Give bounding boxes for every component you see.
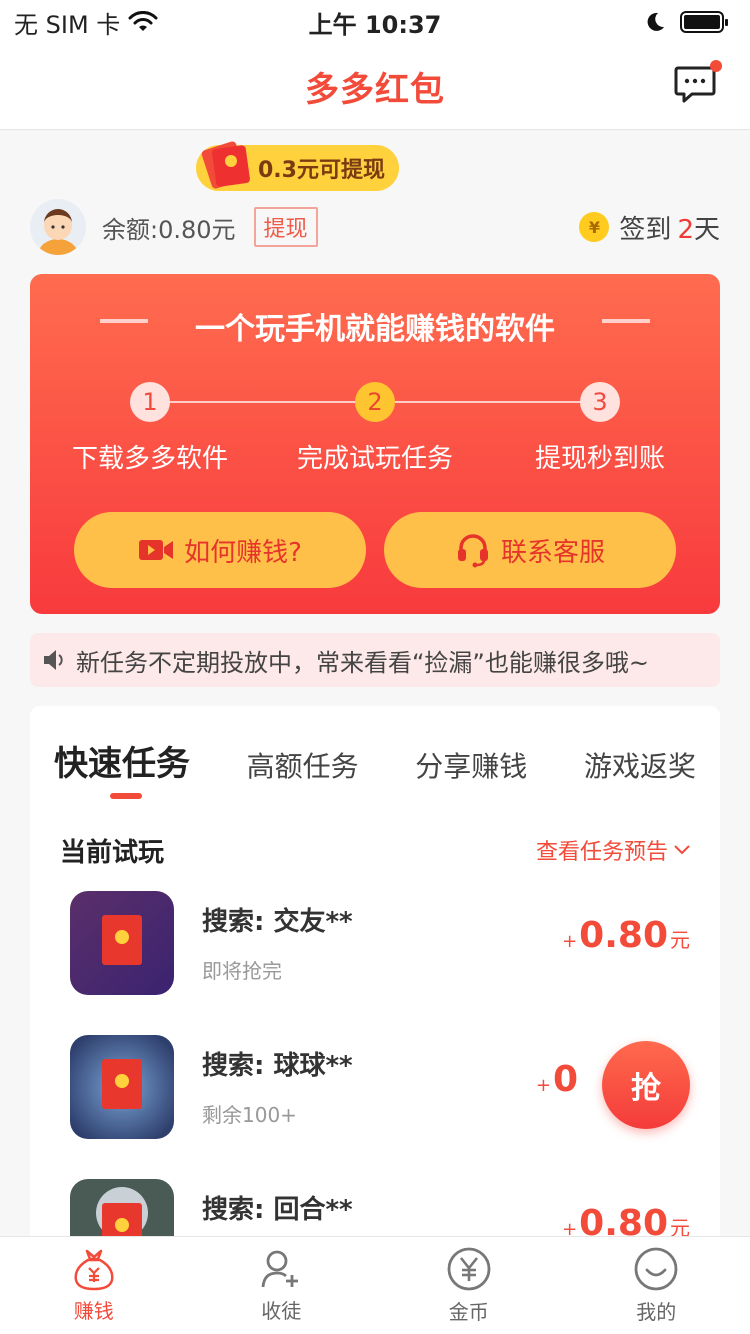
checkin-button[interactable]: ¥ 签到 2天	[579, 209, 720, 246]
user-avatar-icon	[30, 199, 86, 255]
app-icon	[70, 891, 174, 995]
tabbar-earn[interactable]: 赚钱	[0, 1237, 188, 1334]
battery-icon	[680, 11, 728, 33]
task-status: 剩余100+	[202, 1103, 297, 1127]
tab-high-reward[interactable]: 高额任务	[247, 745, 359, 785]
withdraw-button[interactable]: 提现	[253, 207, 318, 247]
tabbar-label: 赚钱	[73, 1299, 114, 1323]
tabbar-label: 收徒	[261, 1299, 302, 1323]
banner-title: 一个玩手机就能赚钱的软件	[195, 312, 555, 347]
grab-button[interactable]: 抢	[602, 1041, 690, 1129]
moon-icon	[647, 12, 664, 31]
notice-text: 新任务不定期投放中，常来看看“捡漏”也能赚很多哦~	[76, 648, 649, 677]
smiley-icon	[634, 1247, 678, 1291]
reward-plus: +	[535, 1075, 551, 1096]
reward-amount: 0	[552, 1059, 578, 1100]
coin-icon: ¥	[579, 212, 610, 242]
red-packet-icon	[201, 141, 250, 189]
step-2: 2 完成试玩任务	[265, 382, 485, 475]
status-right	[644, 11, 728, 33]
avatar[interactable]	[30, 199, 86, 255]
checkin-label: 签到	[619, 214, 672, 245]
user-row: 余额:0.80元 提现 ¥ 签到 2天	[30, 199, 720, 255]
tab-game-reward[interactable]: 游戏返奖	[584, 745, 696, 785]
task-item[interactable]: 搜索: 球球** 剩余100+ + 0	[70, 1035, 690, 1139]
task-item[interactable]: 搜索: 交友** 即将抢完 + 0.80 元	[70, 891, 690, 995]
step-number: 2	[355, 382, 395, 422]
chat-icon	[674, 66, 716, 103]
add-user-icon	[261, 1250, 299, 1288]
notice-bar[interactable]: 新任务不定期投放中，常来看看“捡漏”也能赚很多哦~	[30, 633, 720, 687]
tabbar-mine[interactable]: 我的	[563, 1237, 750, 1334]
title-decoration-right	[602, 319, 650, 323]
red-envelope-icon	[70, 891, 174, 995]
money-bag-icon	[74, 1249, 114, 1291]
reward-plus: +	[562, 931, 578, 952]
task-reward: + 0.80 元	[562, 915, 690, 956]
wifi-icon	[128, 11, 158, 31]
reward-amount: 0.80	[579, 915, 668, 956]
app-icon	[70, 1035, 174, 1139]
section-title: 当前试玩	[60, 838, 165, 868]
contact-service-label: 联系客服	[500, 537, 605, 568]
video-camera-icon	[139, 540, 174, 560]
chevron-down-icon	[674, 845, 690, 855]
task-reward: + 0	[536, 1059, 580, 1100]
task-name: 搜索: 回合**	[202, 1195, 353, 1225]
step-label: 完成试玩任务	[296, 444, 453, 474]
step-1: 1 下载多多软件	[40, 382, 260, 475]
tabbar-label: 金币	[448, 1300, 489, 1324]
status-left: 无 SIM 卡	[14, 5, 158, 40]
bottom-tab-bar: 赚钱 收徒 金币 我的	[0, 1236, 750, 1334]
tabbar-recruit[interactable]: 收徒	[188, 1237, 376, 1334]
checkin-days: 2	[677, 214, 694, 245]
task-status: 即将抢完	[202, 959, 282, 983]
red-envelope-icon	[70, 1035, 174, 1139]
contact-service-button[interactable]: 联系客服	[384, 512, 676, 588]
carrier-text: 无 SIM 卡	[14, 10, 121, 39]
how-to-earn-button[interactable]: 如何赚钱?	[74, 512, 366, 588]
yen-coin-icon	[447, 1247, 491, 1291]
active-tab-indicator	[110, 793, 142, 799]
reward-unit: 元	[670, 928, 690, 952]
status-bar: 无 SIM 卡 上午 10:37	[0, 0, 750, 44]
speaker-icon	[44, 650, 63, 670]
task-name: 搜索: 球球**	[202, 1051, 353, 1081]
task-tabs: 快速任务 高额任务 分享赚钱 游戏返奖	[54, 736, 696, 785]
task-name: 搜索: 交友**	[202, 907, 353, 937]
withdraw-tip-text: 0.3元可提现	[258, 158, 385, 183]
task-preview-link[interactable]: 查看任务预告	[536, 834, 690, 866]
task-card: 快速任务 高额任务 分享赚钱 游戏返奖 当前试玩 查看任务预告 搜索: 交友**…	[30, 706, 720, 1283]
tabbar-coins[interactable]: 金币	[375, 1237, 563, 1334]
step-label: 下载多多软件	[71, 444, 228, 474]
step-3: 3 提现秒到账	[490, 382, 710, 475]
balance-text: 余额:0.80元	[102, 215, 236, 244]
nav-bar: 多多红包	[0, 44, 750, 130]
task-preview-label: 查看任务预告	[535, 840, 668, 865]
page-title: 多多红包	[305, 70, 445, 110]
promo-banner: 一个玩手机就能赚钱的软件 1 下载多多软件 2 完成试玩任务 3 提现秒到账 如…	[30, 274, 720, 614]
how-to-earn-label: 如何赚钱?	[184, 537, 302, 568]
tab-share-earn[interactable]: 分享赚钱	[415, 745, 527, 785]
tabbar-label: 我的	[636, 1300, 677, 1324]
step-number: 3	[580, 382, 620, 422]
headset-icon	[457, 534, 488, 568]
checkin-unit: 天	[693, 214, 720, 245]
tab-quick-tasks[interactable]: 快速任务	[54, 736, 190, 785]
step-number: 1	[130, 382, 170, 422]
unread-dot	[710, 60, 722, 72]
step-label: 提现秒到账	[534, 444, 665, 474]
message-button[interactable]	[674, 60, 722, 104]
